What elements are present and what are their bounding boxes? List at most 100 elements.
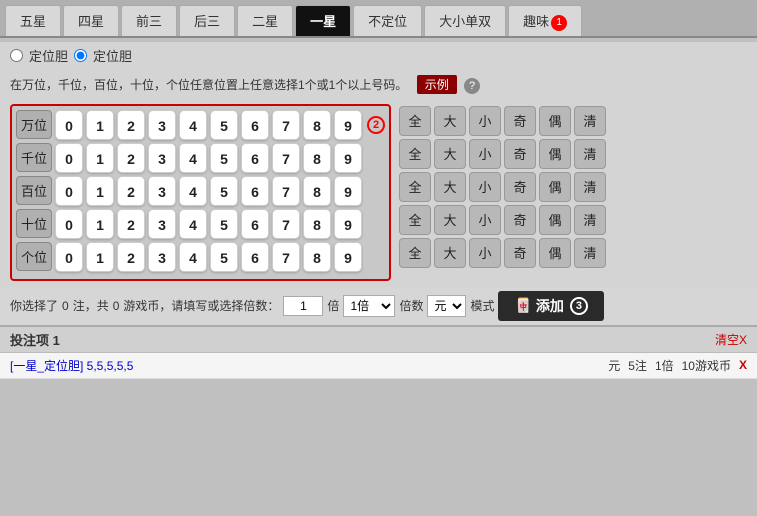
digit-wan-5[interactable]: 5: [210, 110, 238, 140]
label-baiwei[interactable]: 百位: [16, 176, 52, 205]
digit-wan-8[interactable]: 8: [303, 110, 331, 140]
multiplier-input[interactable]: [283, 296, 323, 316]
digit-qian-5[interactable]: 5: [210, 143, 238, 173]
bet-item-close[interactable]: X: [739, 358, 747, 372]
digit-bai-5[interactable]: 5: [210, 176, 238, 206]
radio-dingweidan2[interactable]: [74, 49, 87, 62]
qual-ge-small[interactable]: 小: [469, 238, 501, 268]
digit-ge-6[interactable]: 6: [241, 242, 269, 272]
qual-qian-even[interactable]: 偶: [539, 139, 571, 169]
digit-shi-0[interactable]: 0: [55, 209, 83, 239]
digit-ge-7[interactable]: 7: [272, 242, 300, 272]
tab-yixing[interactable]: 一星: [295, 5, 351, 36]
digit-wan-2[interactable]: 2: [117, 110, 145, 140]
digit-shi-4[interactable]: 4: [179, 209, 207, 239]
multiplier-select[interactable]: 1倍 2倍 3倍 5倍 10倍: [343, 295, 395, 317]
qual-shi-small[interactable]: 小: [469, 205, 501, 235]
digit-bai-0[interactable]: 0: [55, 176, 83, 206]
digit-shi-3[interactable]: 3: [148, 209, 176, 239]
digit-bai-6[interactable]: 6: [241, 176, 269, 206]
digit-shi-2[interactable]: 2: [117, 209, 145, 239]
qual-wan-even[interactable]: 偶: [539, 106, 571, 136]
qual-ge-even[interactable]: 偶: [539, 238, 571, 268]
digit-shi-8[interactable]: 8: [303, 209, 331, 239]
digit-wan-6[interactable]: 6: [241, 110, 269, 140]
tab-erxing[interactable]: 二星: [237, 5, 293, 36]
qual-qian-small[interactable]: 小: [469, 139, 501, 169]
qual-shi-odd[interactable]: 奇: [504, 205, 536, 235]
digit-wan-1[interactable]: 1: [86, 110, 114, 140]
example-button[interactable]: 示例: [417, 75, 457, 94]
digit-qian-0[interactable]: 0: [55, 143, 83, 173]
radio-label-1[interactable]: 定位胆: [29, 46, 68, 65]
label-qianwei[interactable]: 千位: [16, 143, 52, 172]
label-gewei[interactable]: 个位: [16, 242, 52, 271]
digit-bai-1[interactable]: 1: [86, 176, 114, 206]
tab-wuxing[interactable]: 五星: [5, 5, 61, 36]
digit-wan-4[interactable]: 4: [179, 110, 207, 140]
digit-bai-3[interactable]: 3: [148, 176, 176, 206]
clear-button[interactable]: 清空X: [715, 331, 747, 348]
tab-qiansan[interactable]: 前三: [121, 5, 177, 36]
digit-bai-7[interactable]: 7: [272, 176, 300, 206]
digit-ge-5[interactable]: 5: [210, 242, 238, 272]
qual-ge-odd[interactable]: 奇: [504, 238, 536, 268]
digit-bai-9[interactable]: 9: [334, 176, 362, 206]
qual-bai-odd[interactable]: 奇: [504, 172, 536, 202]
digit-ge-1[interactable]: 1: [86, 242, 114, 272]
digit-ge-8[interactable]: 8: [303, 242, 331, 272]
label-wanwei[interactable]: 万位: [16, 110, 52, 139]
digit-qian-3[interactable]: 3: [148, 143, 176, 173]
digit-wan-9[interactable]: 9: [334, 110, 362, 140]
qual-shi-even[interactable]: 偶: [539, 205, 571, 235]
digit-ge-0[interactable]: 0: [55, 242, 83, 272]
qual-ge-all[interactable]: 全: [399, 238, 431, 268]
digit-wan-3[interactable]: 3: [148, 110, 176, 140]
qual-qian-big[interactable]: 大: [434, 139, 466, 169]
qual-wan-odd[interactable]: 奇: [504, 106, 536, 136]
digit-qian-2[interactable]: 2: [117, 143, 145, 173]
qual-ge-clear[interactable]: 清: [574, 238, 606, 268]
digit-bai-4[interactable]: 4: [179, 176, 207, 206]
digit-qian-4[interactable]: 4: [179, 143, 207, 173]
digit-qian-6[interactable]: 6: [241, 143, 269, 173]
qual-bai-big[interactable]: 大: [434, 172, 466, 202]
digit-bai-2[interactable]: 2: [117, 176, 145, 206]
tab-budingwei[interactable]: 不定位: [353, 5, 422, 36]
digit-shi-6[interactable]: 6: [241, 209, 269, 239]
qual-qian-odd[interactable]: 奇: [504, 139, 536, 169]
tab-quwei[interactable]: 趣味1: [508, 5, 582, 36]
tab-daxiaodanshuang[interactable]: 大小单双: [424, 5, 506, 36]
digit-qian-9[interactable]: 9: [334, 143, 362, 173]
help-icon[interactable]: ?: [464, 78, 480, 94]
digit-shi-9[interactable]: 9: [334, 209, 362, 239]
digit-ge-2[interactable]: 2: [117, 242, 145, 272]
qual-wan-small[interactable]: 小: [469, 106, 501, 136]
radio-dingweidan1[interactable]: [10, 49, 23, 62]
qual-wan-all[interactable]: 全: [399, 106, 431, 136]
label-shiwei[interactable]: 十位: [16, 209, 52, 238]
digit-ge-9[interactable]: 9: [334, 242, 362, 272]
tab-sixing[interactable]: 四星: [63, 5, 119, 36]
digit-wan-0[interactable]: 0: [55, 110, 83, 140]
digit-wan-7[interactable]: 7: [272, 110, 300, 140]
digit-bai-8[interactable]: 8: [303, 176, 331, 206]
digit-qian-7[interactable]: 7: [272, 143, 300, 173]
digit-qian-8[interactable]: 8: [303, 143, 331, 173]
qual-wan-big[interactable]: 大: [434, 106, 466, 136]
qual-shi-all[interactable]: 全: [399, 205, 431, 235]
digit-shi-5[interactable]: 5: [210, 209, 238, 239]
digit-shi-1[interactable]: 1: [86, 209, 114, 239]
digit-ge-3[interactable]: 3: [148, 242, 176, 272]
tab-housan[interactable]: 后三: [179, 5, 235, 36]
digit-ge-4[interactable]: 4: [179, 242, 207, 272]
digit-qian-1[interactable]: 1: [86, 143, 114, 173]
qual-bai-small[interactable]: 小: [469, 172, 501, 202]
qual-wan-clear[interactable]: 清: [574, 106, 606, 136]
qual-qian-all[interactable]: 全: [399, 139, 431, 169]
qual-qian-clear[interactable]: 清: [574, 139, 606, 169]
digit-shi-7[interactable]: 7: [272, 209, 300, 239]
qual-shi-big[interactable]: 大: [434, 205, 466, 235]
qual-bai-even[interactable]: 偶: [539, 172, 571, 202]
qual-shi-clear[interactable]: 清: [574, 205, 606, 235]
